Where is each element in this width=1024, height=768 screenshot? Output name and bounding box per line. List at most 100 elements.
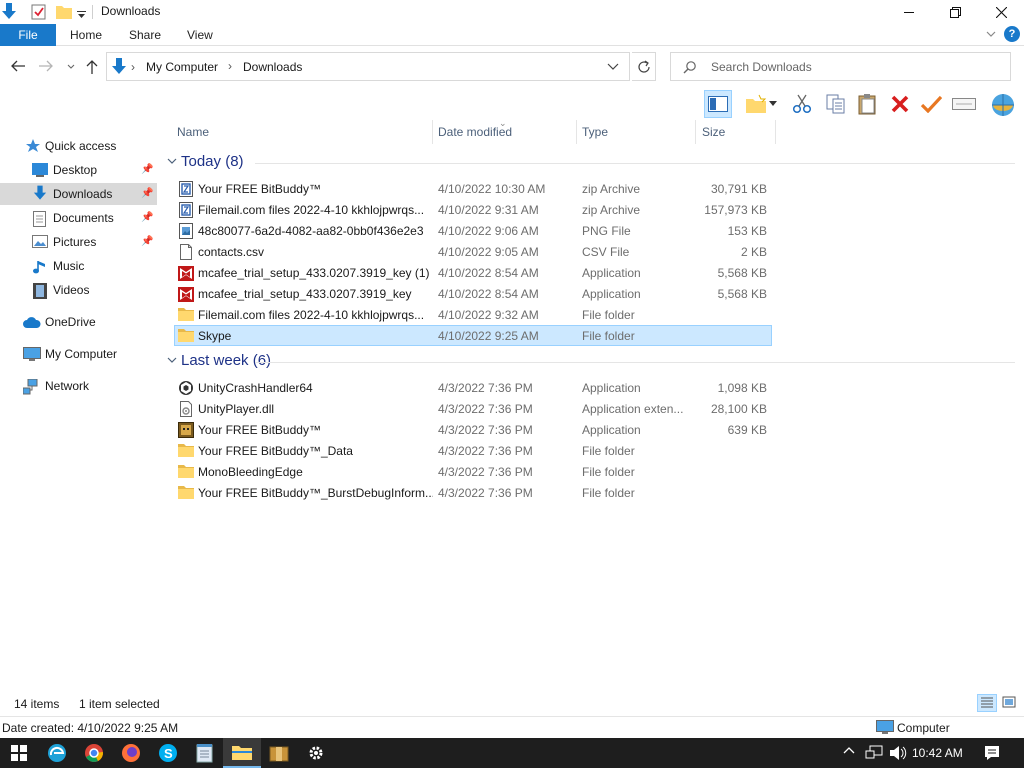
column-divider[interactable] [775, 120, 776, 144]
file-type: PNG File [582, 224, 631, 238]
nav-item-downloads[interactable]: Downloads 📌 [0, 183, 157, 205]
file-row[interactable]: contacts.csv 4/10/2022 9:05 AM CSV File 2 K… [174, 241, 772, 262]
pin-icon[interactable]: 📌 [141, 164, 153, 175]
column-divider[interactable] [432, 120, 433, 144]
nav-item-quick-access[interactable]: Quick access [0, 135, 157, 157]
tab-share[interactable]: Share [129, 28, 161, 42]
address-bar[interactable]: › My Computer › Downloads [106, 52, 630, 81]
cut-icon[interactable] [788, 90, 816, 118]
file-row[interactable]: Filemail.com files 2022-4-10 kkhlojpwrqs… [174, 304, 772, 325]
tab-view[interactable]: View [187, 28, 213, 42]
column-header-date[interactable]: Date modified [438, 125, 512, 139]
tab-file[interactable]: File [0, 24, 56, 46]
customize-toolbar-chevron-icon[interactable] [77, 8, 86, 22]
group-header-today-8[interactable]: Today (8) [160, 152, 1020, 174]
folder-icon [178, 328, 194, 345]
file-row[interactable]: mcafee_trial_setup_433.0207.3919_key (1)… [174, 262, 772, 283]
collapse-chevron-icon[interactable] [167, 354, 177, 368]
windows-start-icon[interactable] [0, 738, 38, 768]
file-row[interactable]: 48c80077-6a2d-4082-aa82-0bb0f436e2e3 4/10… [174, 220, 772, 241]
collapse-chevron-icon[interactable] [167, 155, 177, 169]
breadcrumb-my-computer[interactable]: My Computer [146, 60, 218, 74]
maximize-button[interactable] [932, 0, 978, 24]
tab-home[interactable]: Home [70, 28, 102, 42]
group-header-last-week-6[interactable]: Last week (6) [160, 351, 1020, 373]
nav-item-onedrive[interactable]: OneDrive [0, 311, 157, 333]
unity-icon [178, 380, 194, 399]
chrome-icon[interactable] [75, 738, 113, 768]
nav-item-pictures[interactable]: Pictures 📌 [0, 231, 157, 253]
pin-icon[interactable]: 📌 [141, 212, 153, 223]
help-icon[interactable]: ? [1004, 26, 1020, 42]
settings-gear-icon[interactable] [297, 738, 335, 768]
refresh-button[interactable] [632, 52, 656, 81]
properties-icon[interactable] [31, 4, 47, 23]
minimize-button[interactable] [886, 0, 932, 24]
forward-button[interactable] [38, 59, 56, 75]
search-input[interactable]: Search Downloads [670, 52, 1011, 81]
large-icons-view-icon[interactable] [1000, 694, 1020, 712]
expand-ribbon-chevron-icon[interactable] [985, 28, 997, 40]
pin-icon[interactable]: 📌 [141, 236, 153, 247]
column-divider[interactable] [576, 120, 577, 144]
file-row[interactable]: mcafee_trial_setup_433.0207.3919_key 4/10… [174, 283, 772, 304]
file-type: zip Archive [582, 203, 641, 217]
file-date-modified: 4/10/2022 9:25 AM [438, 329, 539, 343]
file-row[interactable]: UnityPlayer.dll 4/3/2022 7:36 PM Applicati… [174, 398, 772, 419]
file-type: File folder [582, 329, 635, 343]
firefox-icon[interactable] [112, 738, 150, 768]
file-row[interactable]: UnityCrashHandler64 4/3/2022 7:36 PM Appli… [174, 377, 772, 398]
notifications-icon[interactable] [984, 745, 1000, 764]
close-button[interactable] [978, 0, 1024, 24]
volume-icon[interactable] [889, 745, 907, 764]
breadcrumb-downloads[interactable]: Downloads [243, 60, 302, 74]
title-separator [92, 5, 93, 19]
column-header-size[interactable]: Size [702, 125, 725, 139]
column-divider[interactable] [695, 120, 696, 144]
file-explorer-icon[interactable] [223, 738, 261, 768]
delete-icon[interactable] [886, 90, 914, 118]
nav-item-my-computer[interactable]: My Computer [0, 343, 157, 365]
file-type: Application exten... [582, 402, 684, 416]
file-row[interactable]: MonoBleedingEdge 4/3/2022 7:36 PM File fol… [174, 461, 772, 482]
skype-icon[interactable]: S [149, 738, 187, 768]
file-row[interactable]: Your FREE BitBuddy™ 4/10/2022 10:30 AM zip… [174, 178, 772, 199]
file-name: Your FREE BitBuddy™ [198, 182, 321, 196]
nav-item-documents[interactable]: Documents 📌 [0, 207, 157, 229]
new-folder-icon[interactable] [56, 4, 72, 22]
new-item-chevron-icon[interactable] [766, 90, 780, 118]
shell-globe-icon[interactable] [989, 90, 1017, 118]
nav-item-music[interactable]: Music [0, 255, 157, 277]
download-arrow-icon [33, 185, 47, 205]
copy-icon[interactable] [822, 90, 850, 118]
edge-icon[interactable] [38, 738, 76, 768]
show-hidden-icons-chevron-icon[interactable] [843, 745, 855, 760]
file-type: Application [582, 266, 641, 280]
navigation-pane-toggle-icon[interactable] [704, 90, 732, 118]
nav-item-videos[interactable]: Videos [0, 279, 157, 301]
column-header-name[interactable]: Name [177, 125, 209, 139]
network-status-icon[interactable] [865, 745, 883, 764]
address-history-chevron-icon[interactable] [607, 61, 619, 76]
file-row[interactable]: Filemail.com files 2022-4-10 kkhlojpwrqs… [174, 199, 772, 220]
recent-locations-chevron-icon[interactable] [66, 61, 84, 77]
notepad-icon[interactable] [186, 738, 224, 768]
nav-item-network[interactable]: Network [0, 375, 157, 397]
nav-item-desktop[interactable]: Desktop 📌 [0, 159, 157, 181]
rename-icon[interactable] [950, 90, 978, 118]
pin-icon[interactable]: 📌 [141, 188, 153, 199]
archive-icon[interactable] [260, 738, 298, 768]
file-row[interactable]: Your FREE BitBuddy™_Data 4/3/2022 7:36 PM… [174, 440, 772, 461]
file-row[interactable]: Your FREE BitBuddy™ 4/3/2022 7:36 PM Appli… [174, 419, 772, 440]
network-icon [22, 378, 41, 398]
file-row[interactable]: Your FREE BitBuddy™_BurstDebugInform... 4… [174, 482, 772, 503]
selection-count: 1 item selected [79, 697, 160, 711]
back-button[interactable] [10, 59, 28, 75]
checkmark-icon[interactable] [917, 90, 945, 118]
details-view-icon[interactable] [977, 694, 997, 712]
up-button[interactable] [85, 59, 103, 75]
column-header-type[interactable]: Type [582, 125, 608, 139]
file-row[interactable]: Skype 4/10/2022 9:25 AM File folder [174, 325, 772, 346]
clock[interactable]: 10:42 AM [912, 746, 963, 760]
paste-icon[interactable] [854, 90, 882, 118]
